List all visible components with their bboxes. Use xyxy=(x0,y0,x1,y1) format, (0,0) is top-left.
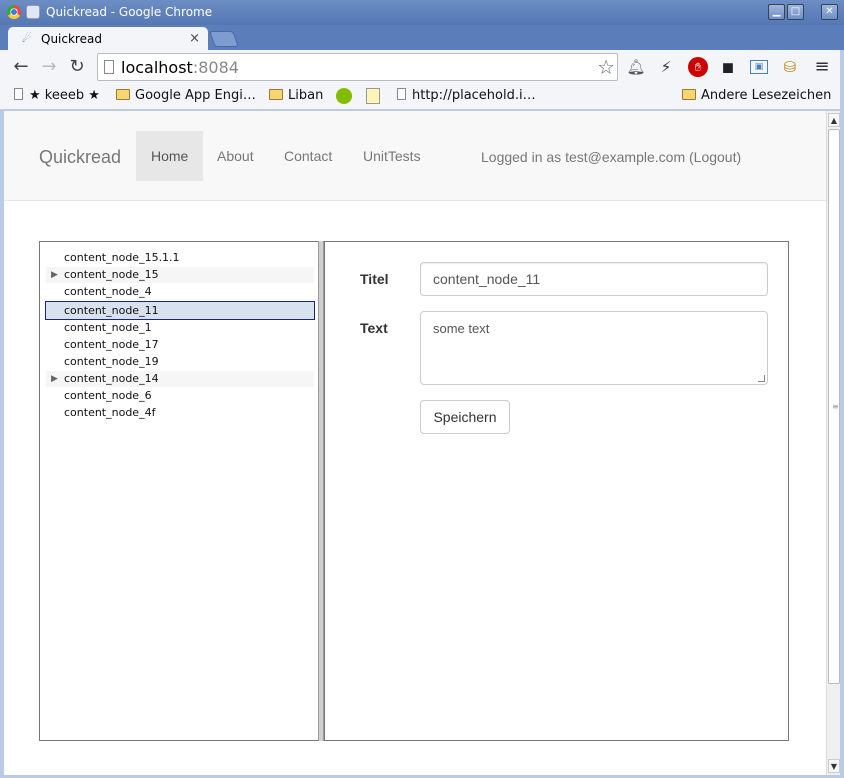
page-icon xyxy=(14,88,23,100)
browser-window: Quickread - Google Chrome ▁ □ ✕ ☄ Quickr… xyxy=(0,0,844,778)
text-textarea[interactable]: some text xyxy=(420,311,768,385)
basket-icon[interactable]: ⛁ xyxy=(780,57,800,77)
chrome-logo-icon xyxy=(7,5,21,19)
tree-node[interactable]: content_node_4f xyxy=(46,405,314,421)
bookmark-liban[interactable]: Liban xyxy=(269,88,323,103)
bookmark-label: Google App Engi… xyxy=(135,88,256,103)
page-icon xyxy=(397,88,406,100)
tree-node-label: content_node_1 xyxy=(64,321,152,334)
nav-home[interactable]: Home xyxy=(136,131,204,181)
window-menu-icon[interactable] xyxy=(26,5,40,19)
bookmark-label: Andere Lesezeichen xyxy=(701,88,832,103)
window-extension-icon[interactable]: ▣ xyxy=(750,60,768,74)
vertical-scrollbar[interactable]: ▲ ≡ ▼ xyxy=(826,111,840,775)
title-input[interactable]: content_node_11 xyxy=(420,262,768,296)
title-bar: Quickread - Google Chrome ▁ □ ✕ xyxy=(0,0,844,25)
tab-strip: ☄ Quickread × xyxy=(0,25,844,51)
text-label: Text xyxy=(360,320,388,336)
maximize-button[interactable]: □ xyxy=(787,4,804,20)
menu-icon[interactable]: ≡ xyxy=(812,57,832,77)
tree-node[interactable]: content_node_1 xyxy=(46,320,314,336)
close-window-button[interactable]: ✕ xyxy=(821,4,838,20)
notes-icon[interactable] xyxy=(366,88,380,104)
tree-node-label: content_node_17 xyxy=(64,338,159,351)
back-arrow-icon[interactable]: ← xyxy=(10,56,32,78)
bookmark-label: http://placehold.i… xyxy=(412,88,536,103)
tree-node-label: content_node_4 xyxy=(64,285,152,298)
logged-in-status[interactable]: Logged in as test@example.com (Logout) xyxy=(481,149,741,165)
tree-node[interactable]: content_node_4 xyxy=(46,284,314,300)
tab-close-icon[interactable]: × xyxy=(189,31,200,46)
spotify-icon[interactable] xyxy=(336,88,352,104)
window-frame-right xyxy=(840,50,844,778)
tree-node-label: content_node_19 xyxy=(64,355,159,368)
folder-icon xyxy=(116,89,130,100)
bookmark-star-icon[interactable]: ☆ xyxy=(597,55,615,79)
site-navbar: Quickread Home About Contact UnitTests L… xyxy=(4,111,826,201)
bookmark-google-app-engine[interactable]: Google App Engi… xyxy=(116,88,256,103)
tree-node-label: content_node_15.1.1 xyxy=(64,251,180,264)
editor-panel: Titel content_node_11 Text some text Spe… xyxy=(324,241,789,741)
scroll-thumb[interactable]: ≡ xyxy=(828,129,840,684)
bookmark-placehold[interactable]: http://placehold.i… xyxy=(397,88,536,103)
window-title: Quickread - Google Chrome xyxy=(46,5,213,19)
folder-icon xyxy=(682,89,696,100)
page-icon xyxy=(104,60,114,74)
save-button[interactable]: Speichern xyxy=(420,400,510,434)
bookmark-label: ★ keeeb ★ xyxy=(29,88,100,103)
favicon-icon: ☄ xyxy=(22,32,32,45)
tab-label: Quickread xyxy=(41,32,102,46)
forward-arrow-icon[interactable]: → xyxy=(38,56,60,78)
tree-node-label: content_node_14 xyxy=(64,372,159,385)
folder-icon xyxy=(269,89,283,100)
title-label: Titel xyxy=(360,271,389,287)
tree-node-label: content_node_15 xyxy=(64,268,159,281)
tree-node[interactable]: content_node_19 xyxy=(46,354,314,370)
bookmark-keeeb[interactable]: ★ keeeb ★ xyxy=(14,88,100,103)
content-tree: content_node_15.1.1 ▶ content_node_15conte… xyxy=(39,241,319,741)
tree-node[interactable]: ▶ content_node_14 xyxy=(46,371,314,387)
address-bar[interactable]: localhost:8084 ☆ xyxy=(97,53,618,81)
bookmarks-bar: ★ keeeb ★ Google App Engi… Liban http://… xyxy=(0,84,844,110)
page-viewport: Quickread Home About Contact UnitTests L… xyxy=(4,111,826,775)
tree-node-label: content_node_4f xyxy=(64,406,156,419)
bell-icon[interactable]: 🔔︎ xyxy=(626,57,646,77)
tree-node[interactable]: content_node_11 xyxy=(45,301,315,320)
bookmark-label: Liban xyxy=(288,88,324,103)
tree-node-label: content_node_6 xyxy=(64,389,152,402)
textarea-value: some text xyxy=(433,321,490,336)
tab-quickread[interactable]: ☄ Quickread × xyxy=(8,27,208,51)
grip-icon: ≡ xyxy=(832,402,839,411)
nav-unittests[interactable]: UnitTests xyxy=(348,131,436,181)
scroll-down-arrow-icon[interactable]: ▼ xyxy=(828,759,840,773)
scroll-up-arrow-icon[interactable]: ▲ xyxy=(828,113,840,127)
tree-node[interactable]: content_node_6 xyxy=(46,388,314,404)
minimize-button[interactable]: ▁ xyxy=(768,4,785,20)
tree-node[interactable]: ▶ content_node_15 xyxy=(46,267,314,283)
nav-about[interactable]: About xyxy=(202,131,269,181)
expand-arrow-icon[interactable]: ▶ xyxy=(51,267,58,283)
tree-node[interactable]: content_node_15.1.1 xyxy=(46,250,314,266)
incognito-mask-icon[interactable]: ◼︎ xyxy=(718,57,738,77)
new-tab-button[interactable] xyxy=(209,31,239,47)
url-port: :8084 xyxy=(192,58,239,77)
lightning-icon[interactable]: ⚡︎ xyxy=(656,57,676,77)
resize-handle-icon[interactable] xyxy=(758,375,765,382)
adblock-icon[interactable]: ✋︎ xyxy=(688,57,708,77)
tree-node[interactable]: content_node_17 xyxy=(46,337,314,353)
browser-toolbar: ← → ↻ localhost:8084 ☆ 🔔︎ ⚡︎ ✋︎ ◼︎ ▣ ⛁ ≡ xyxy=(0,50,844,84)
reload-icon[interactable]: ↻ xyxy=(66,56,88,78)
url-host: localhost xyxy=(121,58,193,77)
nav-contact[interactable]: Contact xyxy=(269,131,347,181)
expand-arrow-icon[interactable]: ▶ xyxy=(51,371,58,387)
bookmark-other[interactable]: Andere Lesezeichen xyxy=(682,88,831,103)
tree-node-label: content_node_11 xyxy=(64,304,159,317)
brand-link[interactable]: Quickread xyxy=(39,147,121,168)
